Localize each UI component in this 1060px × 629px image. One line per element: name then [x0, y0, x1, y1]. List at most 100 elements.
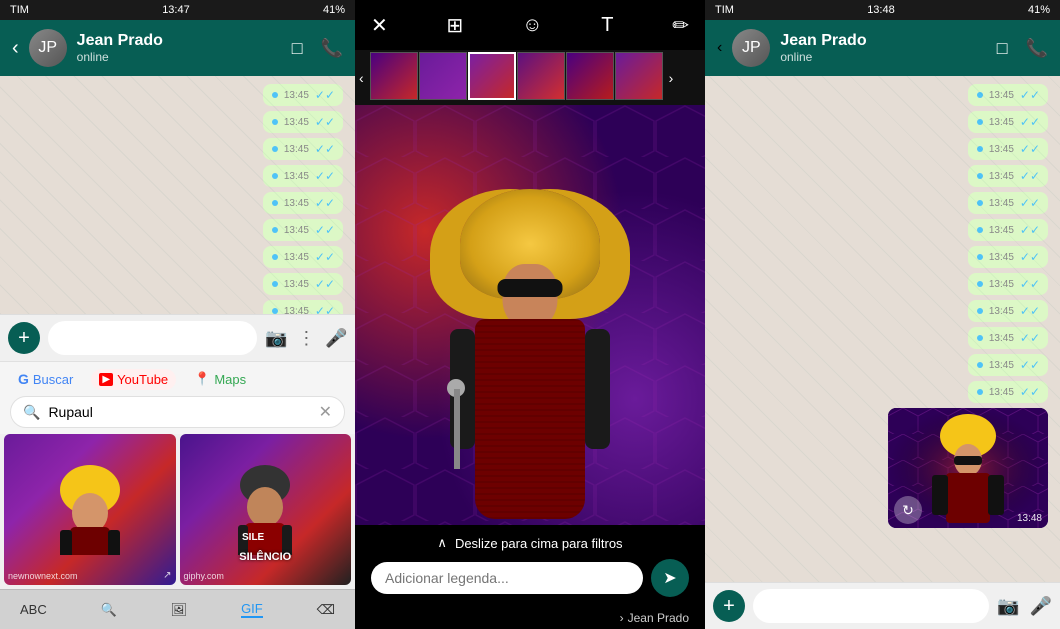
- maps-pin-icon: 📍: [194, 371, 210, 387]
- clear-search-button[interactable]: ✕: [319, 402, 332, 422]
- time-left: 13:47: [162, 4, 190, 16]
- keyboard-abc-key[interactable]: ABC: [20, 602, 47, 617]
- keyboard-search-key[interactable]: 🔍: [101, 602, 117, 618]
- filmstrip-frame[interactable]: [566, 52, 614, 100]
- search-tab-maps[interactable]: 📍 Maps: [186, 368, 254, 390]
- input-icons-right: 📷 🎤: [997, 596, 1052, 617]
- messages-area-right[interactable]: 13:45 ✓✓ 13:45 ✓✓ 13:45 ✓✓ 13:45 ✓✓ 13:4…: [705, 76, 1060, 582]
- search-tab-youtube[interactable]: ▶ YouTube: [91, 369, 176, 390]
- contact-name-right: Jean Prado: [780, 32, 986, 50]
- message-bubble: 13:45 ✓✓: [968, 327, 1048, 349]
- message-bubble: 13:45 ✓✓: [968, 84, 1048, 106]
- search-tab-google[interactable]: G Buscar: [10, 368, 81, 390]
- editor-emoji-icon[interactable]: ☺: [522, 14, 542, 37]
- gif-preview-main: [355, 105, 705, 525]
- back-button-left[interactable]: ‹: [12, 37, 19, 60]
- message-input-left[interactable]: [48, 321, 257, 355]
- filmstrip: ‹ ›: [355, 50, 705, 105]
- filmstrip-frame[interactable]: [370, 52, 418, 100]
- editor-top-bar: ✕ ⊞ ☺ T ✏: [355, 0, 705, 50]
- status-bar-left: TIM 13:47 41%: [0, 0, 355, 20]
- message-dot: [272, 92, 278, 98]
- input-icons-left: 📷 ⋮ 🎤: [265, 328, 348, 349]
- message-bubble: 13:45 ✓✓: [968, 300, 1048, 322]
- voice-call-icon-right[interactable]: 📞: [1026, 38, 1048, 59]
- gif-preview-1: [4, 434, 176, 585]
- microphone-icon[interactable]: 🎤: [325, 328, 347, 349]
- message-bubble: 13:45 ✓✓: [263, 246, 343, 268]
- share-image-button[interactable]: ↻: [894, 496, 922, 524]
- back-button-right[interactable]: ‹: [717, 39, 722, 57]
- message-bubble: 13:45 ✓✓: [263, 111, 343, 133]
- message-dot: [272, 308, 278, 314]
- slide-hint: ∧ Deslize para cima para filtros: [371, 535, 689, 551]
- message-bubble: 13:45 ✓✓: [263, 300, 343, 314]
- search-tabs: G Buscar ▶ YouTube 📍 Maps: [0, 362, 355, 396]
- add-attachment-button-right[interactable]: +: [713, 590, 745, 622]
- svg-text:SILE: SILE: [242, 532, 265, 543]
- youtube-play-icon: ▶: [99, 373, 113, 386]
- camera-icon-right[interactable]: 📷: [997, 596, 1019, 617]
- gif-search-input[interactable]: [48, 404, 310, 420]
- contact-name-left: Jean Prado: [77, 32, 282, 50]
- caption-input[interactable]: [371, 562, 643, 594]
- buscar-label: Buscar: [33, 372, 73, 387]
- status-bar-right: TIM 13:48 41%: [705, 0, 1060, 20]
- keyboard-image-key[interactable]: 🖼: [171, 602, 188, 618]
- message-bubble: 13:45 ✓✓: [968, 354, 1048, 376]
- message-bubble: 13:45 ✓✓: [263, 273, 343, 295]
- contact-status-left: online: [77, 50, 282, 64]
- glove-right: [585, 329, 610, 449]
- filmstrip-frame[interactable]: [615, 52, 663, 100]
- sent-gif-bubble[interactable]: ↻ 13:48: [888, 408, 1048, 528]
- message-input-right[interactable]: [753, 589, 989, 623]
- chat-header-right: ‹ JP Jean Prado online □ 📞: [705, 20, 1060, 76]
- more-options-icon[interactable]: ⋮: [297, 328, 315, 349]
- editor-text-icon[interactable]: T: [601, 14, 613, 37]
- right-chat-panel: TIM 13:48 41% ‹ JP Jean Prado online □ 📞…: [705, 0, 1060, 629]
- recipient-bar[interactable]: › Jean Prado: [355, 607, 705, 629]
- keyboard-gif-key[interactable]: GIF: [241, 601, 263, 618]
- message-bubble: 13:45 ✓✓: [968, 138, 1048, 160]
- gif-result-item[interactable]: SILE SILÊNCIO giphy.com: [180, 434, 352, 585]
- sent-image-timestamp: 13:48: [1017, 513, 1042, 524]
- contact-status-right: online: [780, 50, 986, 64]
- message-dot: [272, 200, 278, 206]
- keyboard-delete-key[interactable]: ⌫: [317, 602, 335, 618]
- gif-search-input-row: 🔍 ✕: [10, 396, 345, 428]
- messages-area-left[interactable]: 13:45 ✓✓ 13:45 ✓✓ 13:45 ✓✓ 13:45 ✓✓ 13:4…: [0, 76, 355, 314]
- chat-header-left: ‹ JP Jean Prado online □ 📞: [0, 20, 355, 76]
- message-bubble: 13:45 ✓✓: [263, 165, 343, 187]
- editor-crop-icon[interactable]: ⊞: [447, 13, 464, 38]
- camera-icon[interactable]: 📷: [265, 328, 287, 349]
- editor-bottom-overlay: ∧ Deslize para cima para filtros ➤: [355, 525, 705, 607]
- video-call-icon[interactable]: □: [292, 38, 303, 59]
- header-icons-left: □ 📞: [292, 38, 343, 59]
- editor-close-icon[interactable]: ✕: [371, 13, 388, 38]
- filmstrip-right-arrow[interactable]: ›: [665, 70, 678, 86]
- external-link-icon: ↗: [163, 570, 171, 581]
- add-attachment-button[interactable]: +: [8, 322, 40, 354]
- message-bubble: 13:45 ✓✓: [263, 192, 343, 214]
- gif-result-item[interactable]: newnownext.com ↗: [4, 434, 176, 585]
- filmstrip-left-arrow[interactable]: ‹: [355, 70, 368, 86]
- message-bubble: 13:45 ✓✓: [263, 219, 343, 241]
- image-editor-panel: ✕ ⊞ ☺ T ✏ ‹ ›: [355, 0, 705, 629]
- dress: [475, 319, 585, 519]
- filmstrip-frame[interactable]: [468, 52, 516, 100]
- voice-call-icon[interactable]: 📞: [321, 38, 343, 59]
- filmstrip-frame[interactable]: [419, 52, 467, 100]
- gif-preview-2: SILE SILÊNCIO: [180, 434, 352, 585]
- header-info-right: Jean Prado online: [780, 32, 986, 64]
- editor-draw-icon[interactable]: ✏: [672, 13, 689, 38]
- keyboard-bar: ABC 🔍 🖼 GIF ⌫: [0, 589, 355, 629]
- send-button[interactable]: ➤: [651, 559, 689, 597]
- video-call-icon-right[interactable]: □: [997, 38, 1008, 59]
- microphone-icon-right[interactable]: 🎤: [1030, 596, 1052, 617]
- avatar-left: JP: [29, 29, 67, 67]
- time-right: 13:48: [867, 4, 895, 16]
- message-dot: [272, 146, 278, 152]
- filmstrip-frame[interactable]: [517, 52, 565, 100]
- figure-container: [440, 189, 620, 525]
- recipient-chevron: ›: [620, 611, 624, 625]
